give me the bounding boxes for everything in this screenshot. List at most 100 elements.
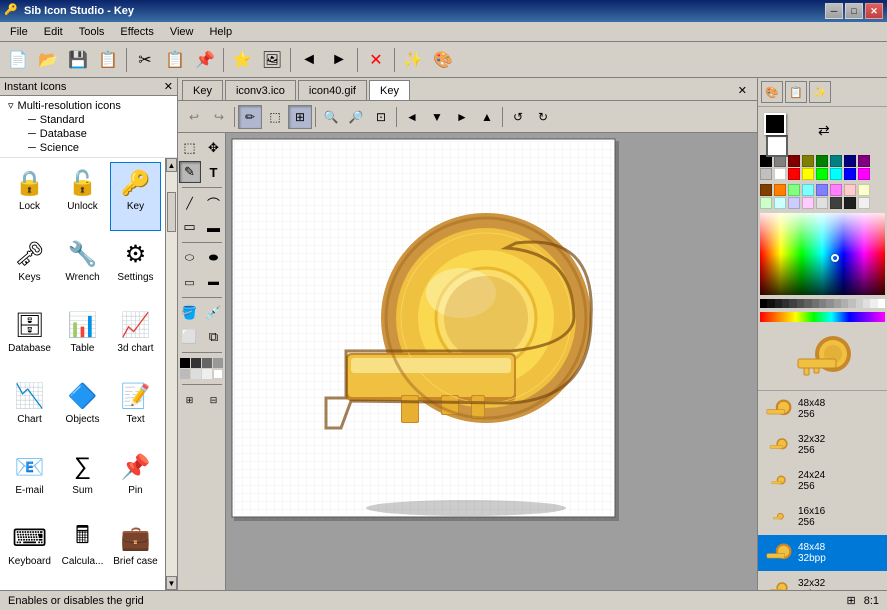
icon-cell-table[interactable]: 📊 Table	[57, 304, 108, 373]
swatch-orange[interactable]	[774, 184, 786, 196]
copy-button[interactable]: 📋	[161, 46, 189, 74]
pattern-7[interactable]	[202, 369, 212, 379]
gray-swatch-2[interactable]	[775, 299, 782, 309]
swatch-ltmagenta[interactable]	[830, 184, 842, 196]
rotate-cw-button[interactable]: ↻	[531, 105, 555, 129]
pattern-3[interactable]	[202, 358, 212, 368]
swatch-cyan[interactable]	[830, 168, 842, 180]
icon-cell-objects[interactable]: 🔷 Objects	[57, 375, 108, 444]
grayscale-strip[interactable]	[760, 299, 885, 309]
paste-button[interactable]: 📌	[191, 46, 219, 74]
background-color[interactable]	[766, 135, 788, 157]
ellipse-outline-tool[interactable]: ⬭	[179, 247, 201, 269]
swatch-skylt[interactable]	[774, 197, 786, 209]
tab-close-button[interactable]: ✕	[732, 82, 753, 99]
swatch-silver[interactable]	[760, 168, 772, 180]
ellipse-fill-tool[interactable]: ⬬	[203, 247, 225, 269]
icon-cell-pin[interactable]: 📌 Pin	[110, 446, 161, 515]
swatch-olive[interactable]	[802, 155, 814, 167]
menu-edit[interactable]: Edit	[36, 24, 71, 40]
color-picker-hue[interactable]	[760, 213, 885, 295]
size-item-48x48-256[interactable]: 48x48256	[758, 391, 887, 427]
icon-cell-3dchart[interactable]: 📈 3d chart	[110, 304, 161, 373]
gray-swatch-0[interactable]	[760, 299, 767, 309]
icon-cell-keyboard[interactable]: ⌨ Keyboard	[4, 517, 55, 586]
select-mode-button[interactable]: ⬚	[263, 105, 287, 129]
tree-root[interactable]: ▿ Multi-resolution icons	[4, 98, 173, 113]
icon-cell-settings[interactable]: ⚙ Settings	[110, 233, 161, 302]
icon-cell-unlock[interactable]: 🔓 Unlock	[57, 162, 108, 231]
mirror-tool[interactable]: ⧉	[203, 326, 225, 348]
rounded-rect-fill-tool[interactable]: ▬	[203, 271, 225, 293]
save-button[interactable]: 💾	[64, 46, 92, 74]
icon-cell-text[interactable]: 📝 Text	[110, 375, 161, 444]
maximize-button[interactable]: □	[845, 3, 863, 19]
gray-swatch-12[interactable]	[848, 299, 855, 309]
swatch-white[interactable]	[774, 168, 786, 180]
star-button[interactable]: ⭐	[228, 46, 256, 74]
panel-close-button[interactable]: ✕	[164, 80, 173, 93]
swatch-nearwhite[interactable]	[858, 197, 870, 209]
draw-mode-button[interactable]: ✏	[238, 105, 262, 129]
size-item-16x16-256[interactable]: 16x16256	[758, 499, 887, 535]
pattern-2[interactable]	[191, 358, 201, 368]
swatch-ltcyan[interactable]	[802, 184, 814, 196]
select-tool[interactable]: ⬚	[179, 137, 201, 159]
gray-swatch-7[interactable]	[812, 299, 819, 309]
swatch-mintlt[interactable]	[760, 197, 772, 209]
swatch-lavlt[interactable]	[788, 197, 800, 209]
fill-tool[interactable]: 🪣	[179, 302, 201, 324]
gray-swatch-8[interactable]	[819, 299, 826, 309]
open-button[interactable]: 📂	[34, 46, 62, 74]
flip-r-button[interactable]: ►	[450, 105, 474, 129]
pencil-tool[interactable]: ✎	[179, 161, 201, 183]
tab-key1[interactable]: Key	[182, 80, 223, 100]
gray-swatch-15[interactable]	[870, 299, 877, 309]
gray-swatch-10[interactable]	[834, 299, 841, 309]
move-tool[interactable]: ✥	[203, 137, 225, 159]
color-mode-3[interactable]: ✨	[809, 81, 831, 103]
icon-cell-wrench[interactable]: 🔧 Wrench	[57, 233, 108, 302]
gray-swatch-1[interactable]	[767, 299, 774, 309]
icon-cell-database[interactable]: 🗄 Database	[4, 304, 55, 373]
eraser-tool[interactable]: ⬜	[179, 326, 201, 348]
flip-up-button[interactable]: ▲	[475, 105, 499, 129]
scroll-track[interactable]	[166, 172, 177, 576]
swap-colors-button[interactable]: ⇄	[818, 122, 830, 139]
flip-down-button[interactable]: ▼	[425, 105, 449, 129]
cut-button[interactable]: ✂	[131, 46, 159, 74]
swatch-brown[interactable]	[760, 184, 772, 196]
delete-button[interactable]: ✕	[362, 46, 390, 74]
flip-h-button[interactable]: ◄	[400, 105, 424, 129]
size-item-32x32-32bpp[interactable]: 32x3232bpp	[758, 571, 887, 590]
size-item-48x48-32bpp[interactable]: 48x4832bpp	[758, 535, 887, 571]
pattern-6[interactable]	[191, 369, 201, 379]
swatch-navy[interactable]	[844, 155, 856, 167]
minimize-button[interactable]: ─	[825, 3, 843, 19]
icon-cell-briefcase[interactable]: 💼 Brief case	[110, 517, 161, 586]
scroll-thumb[interactable]	[167, 192, 176, 232]
icon-cell-lock[interactable]: 🔒 Lock	[4, 162, 55, 231]
foreground-color[interactable]	[764, 113, 786, 135]
swatch-red[interactable]	[788, 168, 800, 180]
gray-swatch-16[interactable]	[878, 299, 885, 309]
swatch-blue[interactable]	[844, 168, 856, 180]
gray-swatch-4[interactable]	[789, 299, 796, 309]
scrollbar-vertical[interactable]: ▲ ▼	[165, 158, 177, 590]
pattern-1[interactable]	[180, 358, 190, 368]
menu-tools[interactable]: Tools	[71, 24, 113, 40]
effects2-button[interactable]: 🎨	[429, 46, 457, 74]
icon-cell-chart[interactable]: 📉 Chart	[4, 375, 55, 444]
rounded-rect-tool[interactable]: ▭	[179, 271, 201, 293]
swatch-pinklt[interactable]	[844, 184, 856, 196]
color-mode-1[interactable]: 🎨	[761, 81, 783, 103]
redo-button[interactable]: ↪	[207, 105, 231, 129]
swatch-ltgreen[interactable]	[788, 184, 800, 196]
swatch-darkred[interactable]	[788, 155, 800, 167]
tab-icon40[interactable]: icon40.gif	[298, 80, 367, 100]
tree-standard[interactable]: ─ Standard	[4, 113, 173, 127]
pattern-8[interactable]	[213, 369, 223, 379]
scroll-up-button[interactable]: ▲	[166, 158, 177, 172]
swatch-creamlt[interactable]	[858, 184, 870, 196]
gray-swatch-9[interactable]	[826, 299, 833, 309]
